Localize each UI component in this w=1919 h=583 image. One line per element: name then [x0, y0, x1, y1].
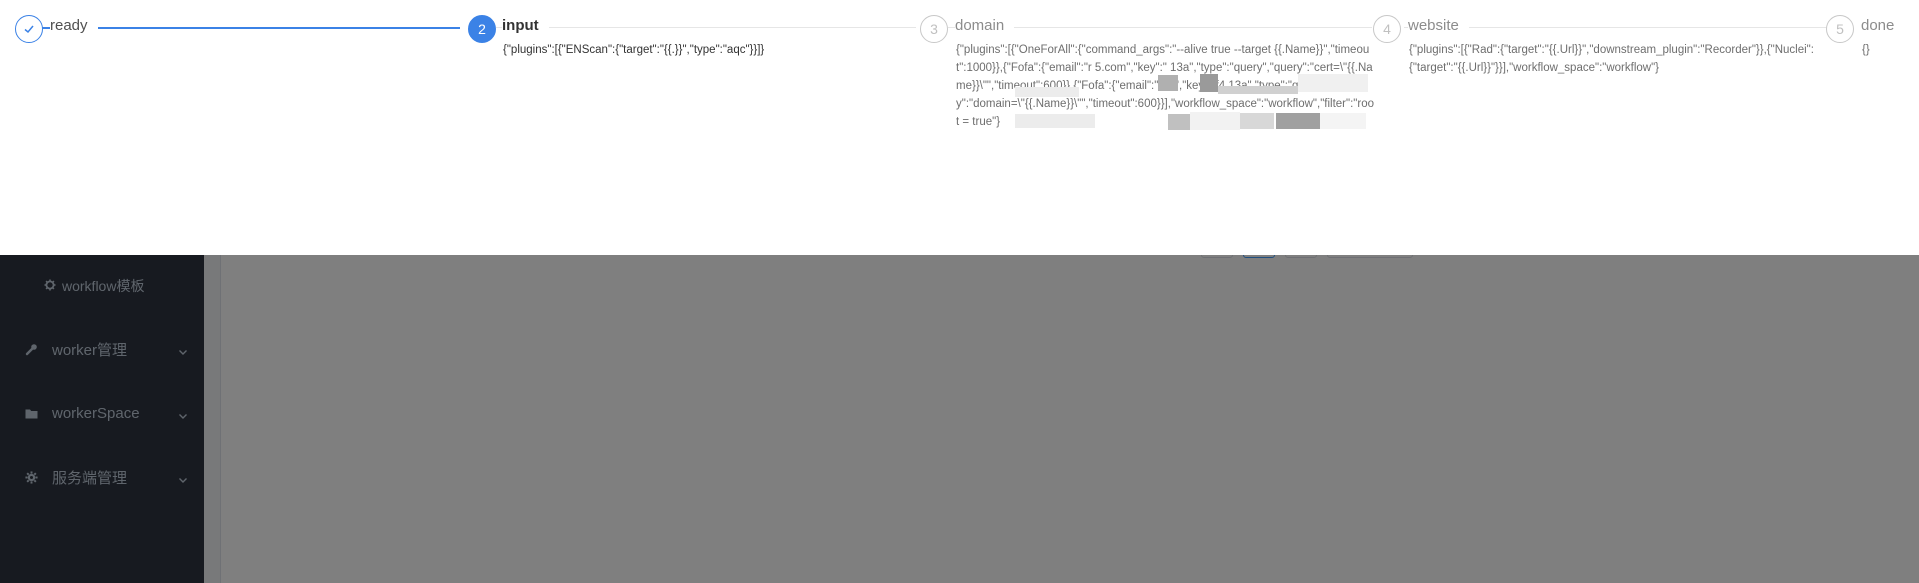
step-connector: [42, 27, 460, 29]
step-connector: [496, 27, 916, 28]
redacted-block: [1158, 75, 1178, 91]
redacted-block: [1015, 114, 1095, 128]
redacted-block: [1015, 87, 1079, 97]
step-number-icon: 2: [468, 15, 496, 43]
workflow-steps-panel: ready 2 input {"plugins":[{"ENScan":{"ta…: [0, 0, 1919, 255]
step-title-ready: ready: [50, 17, 98, 35]
step-number-icon: 3: [920, 15, 948, 43]
step-number-icon: 5: [1826, 15, 1854, 43]
step-number-icon: 4: [1373, 15, 1401, 43]
redacted-block: [1200, 74, 1218, 92]
step-title-domain: domain: [955, 17, 1015, 35]
redacted-block: [1190, 112, 1240, 130]
redacted-block: [1240, 113, 1274, 129]
step-title-website: website: [1408, 17, 1469, 35]
step-title-done: done: [1861, 17, 1895, 35]
step-description-input: {"plugins":[{"ENScan":{"target":"{{.}}",…: [503, 44, 765, 56]
redacted-block: [1218, 86, 1298, 94]
step-title-input: input: [502, 17, 549, 35]
step-description-website: {"plugins":[{"Rad":{"target":"{{.Url}}",…: [1409, 44, 1814, 74]
redacted-block: [1298, 74, 1368, 92]
redacted-block: [1320, 113, 1366, 129]
step-description-done: {}: [1862, 44, 1870, 56]
redacted-block: [1276, 113, 1320, 129]
step-ready-check-icon: [15, 15, 43, 43]
redacted-block: [1168, 114, 1190, 130]
